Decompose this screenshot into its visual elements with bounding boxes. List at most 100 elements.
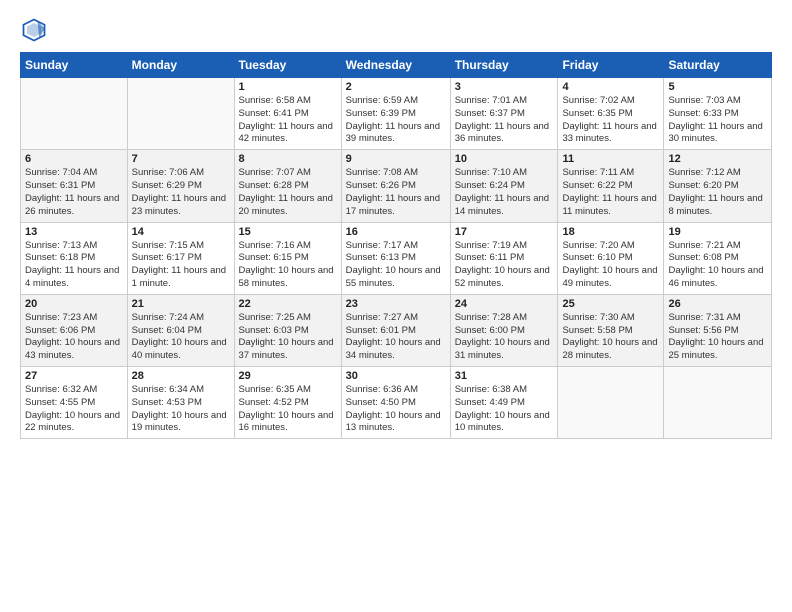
calendar-cell: [664, 367, 772, 439]
day-info: Sunrise: 7:27 AM Sunset: 6:01 PM Dayligh…: [346, 312, 446, 363]
calendar-cell: 15Sunrise: 7:16 AM Sunset: 6:15 PM Dayli…: [234, 222, 341, 294]
calendar-week-row: 27Sunrise: 6:32 AM Sunset: 4:55 PM Dayli…: [21, 367, 772, 439]
day-info: Sunrise: 7:01 AM Sunset: 6:37 PM Dayligh…: [455, 95, 554, 146]
calendar-cell: 26 Sunrise: 7:31 AM Sunset: 5:56 PM Dayli…: [664, 294, 772, 366]
day-number: 16: [346, 226, 446, 238]
day-number: 27: [25, 370, 123, 382]
calendar-cell: 24Sunrise: 7:28 AM Sunset: 6:00 PM Dayli…: [450, 294, 558, 366]
header: [20, 16, 772, 44]
day-info: Sunrise: 6:58 AM Sunset: 6:41 PM Dayligh…: [239, 95, 337, 146]
calendar-cell: 19Sunrise: 7:21 AM Sunset: 6:08 PM Dayli…: [664, 222, 772, 294]
calendar-cell: 29 Sunrise: 6:35 AM Sunset: 4:52 PM Dayli…: [234, 367, 341, 439]
calendar-cell: 5 Sunrise: 7:03 AM Sunset: 6:33 PM Daylig…: [664, 78, 772, 150]
day-number: 12: [668, 153, 767, 165]
day-number: 26: [668, 298, 767, 310]
day-number: 15: [239, 226, 337, 238]
day-number: 2: [346, 81, 446, 93]
calendar-cell: 17 Sunrise: 7:19 AM Sunset: 6:11 PM Dayli…: [450, 222, 558, 294]
day-number: 22: [239, 298, 337, 310]
logo: [20, 16, 52, 44]
day-info: Sunrise: 7:12 AM Sunset: 6:20 PM Dayligh…: [668, 167, 767, 218]
calendar-cell: 2 Sunrise: 6:59 AM Sunset: 6:39 PM Daylig…: [341, 78, 450, 150]
calendar-cell: 12 Sunrise: 7:12 AM Sunset: 6:20 PM Dayli…: [664, 150, 772, 222]
calendar-cell: [127, 78, 234, 150]
day-info: Sunrise: 7:02 AM Sunset: 6:35 PM Dayligh…: [562, 95, 659, 146]
day-info: Sunrise: 7:10 AM Sunset: 6:24 PM Dayligh…: [455, 167, 554, 218]
day-info: Sunrise: 7:07 AM Sunset: 6:28 PM Dayligh…: [239, 167, 337, 218]
day-info: Sunrise: 6:34 AM Sunset: 4:53 PM Dayligh…: [132, 384, 230, 435]
calendar-cell: 14Sunrise: 7:15 AM Sunset: 6:17 PM Dayli…: [127, 222, 234, 294]
day-number: 9: [346, 153, 446, 165]
day-number: 31: [455, 370, 554, 382]
calendar-week-row: 13Sunrise: 7:13 AM Sunset: 6:18 PM Dayli…: [21, 222, 772, 294]
calendar-cell: 11 Sunrise: 7:11 AM Sunset: 6:22 PM Dayli…: [558, 150, 664, 222]
day-info: Sunrise: 7:20 AM Sunset: 6:10 PM Dayligh…: [562, 240, 659, 291]
calendar-cell: 7Sunrise: 7:06 AM Sunset: 6:29 PM Daylig…: [127, 150, 234, 222]
day-number: 5: [668, 81, 767, 93]
day-number: 23: [346, 298, 446, 310]
calendar-cell: 28 Sunrise: 6:34 AM Sunset: 4:53 PM Dayli…: [127, 367, 234, 439]
day-info: Sunrise: 6:36 AM Sunset: 4:50 PM Dayligh…: [346, 384, 446, 435]
calendar-cell: 6 Sunrise: 7:04 AM Sunset: 6:31 PM Daylig…: [21, 150, 128, 222]
day-info: Sunrise: 7:24 AM Sunset: 6:04 PM Dayligh…: [132, 312, 230, 363]
day-info: Sunrise: 6:38 AM Sunset: 4:49 PM Dayligh…: [455, 384, 554, 435]
day-info: Sunrise: 7:03 AM Sunset: 6:33 PM Dayligh…: [668, 95, 767, 146]
calendar-cell: 23 Sunrise: 7:27 AM Sunset: 6:01 PM Dayli…: [341, 294, 450, 366]
calendar-cell: 16 Sunrise: 7:17 AM Sunset: 6:13 PM Dayli…: [341, 222, 450, 294]
day-number: 30: [346, 370, 446, 382]
weekday-header: Thursday: [450, 53, 558, 78]
calendar-cell: 21 Sunrise: 7:24 AM Sunset: 6:04 PM Dayli…: [127, 294, 234, 366]
page: SundayMondayTuesdayWednesdayThursdayFrid…: [0, 0, 792, 449]
day-number: 13: [25, 226, 123, 238]
day-number: 11: [562, 153, 659, 165]
weekday-header: Sunday: [21, 53, 128, 78]
calendar-cell: 9 Sunrise: 7:08 AM Sunset: 6:26 PM Daylig…: [341, 150, 450, 222]
day-number: 4: [562, 81, 659, 93]
calendar-cell: 22Sunrise: 7:25 AM Sunset: 6:03 PM Dayli…: [234, 294, 341, 366]
calendar-cell: 20 Sunrise: 7:23 AM Sunset: 6:06 PM Dayli…: [21, 294, 128, 366]
calendar-cell: [558, 367, 664, 439]
calendar-table: SundayMondayTuesdayWednesdayThursdayFrid…: [20, 52, 772, 439]
day-number: 17: [455, 226, 554, 238]
calendar-week-row: 1Sunrise: 6:58 AM Sunset: 6:41 PM Daylig…: [21, 78, 772, 150]
calendar-week-row: 6 Sunrise: 7:04 AM Sunset: 6:31 PM Daylig…: [21, 150, 772, 222]
day-number: 7: [132, 153, 230, 165]
day-info: Sunrise: 6:59 AM Sunset: 6:39 PM Dayligh…: [346, 95, 446, 146]
calendar-cell: 4 Sunrise: 7:02 AM Sunset: 6:35 PM Daylig…: [558, 78, 664, 150]
calendar-cell: 1Sunrise: 6:58 AM Sunset: 6:41 PM Daylig…: [234, 78, 341, 150]
calendar-cell: 31 Sunrise: 6:38 AM Sunset: 4:49 PM Dayli…: [450, 367, 558, 439]
day-number: 6: [25, 153, 123, 165]
day-info: Sunrise: 7:19 AM Sunset: 6:11 PM Dayligh…: [455, 240, 554, 291]
day-info: Sunrise: 6:35 AM Sunset: 4:52 PM Dayligh…: [239, 384, 337, 435]
weekday-header: Monday: [127, 53, 234, 78]
day-info: Sunrise: 7:21 AM Sunset: 6:08 PM Dayligh…: [668, 240, 767, 291]
day-info: Sunrise: 7:23 AM Sunset: 6:06 PM Dayligh…: [25, 312, 123, 363]
calendar-cell: 30 Sunrise: 6:36 AM Sunset: 4:50 PM Dayli…: [341, 367, 450, 439]
weekday-header: Tuesday: [234, 53, 341, 78]
day-number: 14: [132, 226, 230, 238]
day-info: Sunrise: 7:11 AM Sunset: 6:22 PM Dayligh…: [562, 167, 659, 218]
calendar-cell: 25 Sunrise: 7:30 AM Sunset: 5:58 PM Dayli…: [558, 294, 664, 366]
weekday-header: Wednesday: [341, 53, 450, 78]
day-info: Sunrise: 7:04 AM Sunset: 6:31 PM Dayligh…: [25, 167, 123, 218]
day-number: 29: [239, 370, 337, 382]
calendar-cell: [21, 78, 128, 150]
day-number: 28: [132, 370, 230, 382]
day-info: Sunrise: 7:30 AM Sunset: 5:58 PM Dayligh…: [562, 312, 659, 363]
calendar-cell: 3Sunrise: 7:01 AM Sunset: 6:37 PM Daylig…: [450, 78, 558, 150]
day-number: 25: [562, 298, 659, 310]
day-number: 20: [25, 298, 123, 310]
day-info: Sunrise: 7:17 AM Sunset: 6:13 PM Dayligh…: [346, 240, 446, 291]
day-info: Sunrise: 7:08 AM Sunset: 6:26 PM Dayligh…: [346, 167, 446, 218]
day-number: 21: [132, 298, 230, 310]
weekday-header: Friday: [558, 53, 664, 78]
calendar-cell: 13Sunrise: 7:13 AM Sunset: 6:18 PM Dayli…: [21, 222, 128, 294]
calendar-cell: 10 Sunrise: 7:10 AM Sunset: 6:24 PM Dayli…: [450, 150, 558, 222]
day-info: Sunrise: 7:31 AM Sunset: 5:56 PM Dayligh…: [668, 312, 767, 363]
calendar-cell: 27Sunrise: 6:32 AM Sunset: 4:55 PM Dayli…: [21, 367, 128, 439]
calendar-week-row: 20 Sunrise: 7:23 AM Sunset: 6:06 PM Dayli…: [21, 294, 772, 366]
day-number: 8: [239, 153, 337, 165]
day-number: 10: [455, 153, 554, 165]
calendar-cell: 8 Sunrise: 7:07 AM Sunset: 6:28 PM Daylig…: [234, 150, 341, 222]
calendar-cell: 18Sunrise: 7:20 AM Sunset: 6:10 PM Dayli…: [558, 222, 664, 294]
